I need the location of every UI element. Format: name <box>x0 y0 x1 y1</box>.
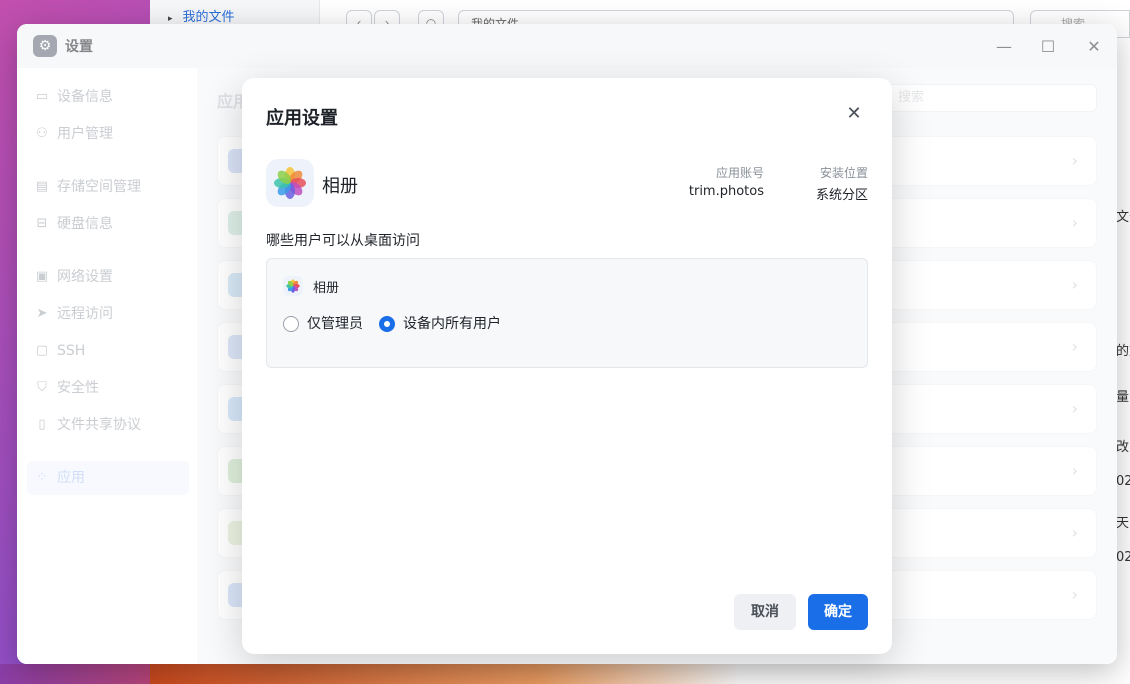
background-text: 的文 <box>1116 344 1130 359</box>
app-settings-dialog: 应用设置 ✕ 相册 应用账号 trim.photos 安装位置 系统分区 哪些用… <box>242 78 892 654</box>
background-text: 文化 <box>1116 210 1130 225</box>
location-value: 系统分区 <box>815 188 868 203</box>
photos-flower-icon <box>274 167 306 199</box>
all-users-radio[interactable] <box>379 316 395 332</box>
photos-app-icon-small <box>283 276 303 296</box>
background-sidebar-item-my-files[interactable]: ▸ 我的文件 <box>168 6 235 25</box>
cancel-button[interactable]: 取消 <box>734 594 796 630</box>
admin-only-label[interactable]: 仅管理员 <box>307 316 363 332</box>
background-text: 024 <box>1116 474 1130 489</box>
background-text: 024 <box>1116 550 1130 565</box>
background-text: 改 <box>1116 440 1130 455</box>
photos-app-icon <box>266 159 314 207</box>
location-label: 安装位置 <box>819 166 868 180</box>
background-text: 量 <box>1116 390 1130 405</box>
access-options-box: 相册 仅管理员 设备内所有用户 <box>266 258 868 368</box>
close-icon[interactable]: ✕ <box>842 102 866 126</box>
background-text: 天 <box>1116 516 1130 531</box>
access-app-name: 相册 <box>313 281 340 296</box>
account-value: trim.photos <box>688 184 764 199</box>
dialog-title: 应用设置 <box>266 108 338 129</box>
caret-right-icon: ▸ <box>168 14 173 24</box>
background-sidebar-item-label: 我的文件 <box>182 10 235 25</box>
admin-only-radio[interactable] <box>283 316 299 332</box>
app-name: 相册 <box>322 176 358 197</box>
wallpaper-strip <box>150 664 1130 684</box>
confirm-button[interactable]: 确定 <box>808 594 868 630</box>
wallpaper-corner <box>0 664 150 684</box>
access-question: 哪些用户可以从桌面访问 <box>266 233 420 249</box>
all-users-label[interactable]: 设备内所有用户 <box>403 316 501 332</box>
account-label: 应用账号 <box>715 166 764 180</box>
photos-flower-icon <box>286 279 300 293</box>
